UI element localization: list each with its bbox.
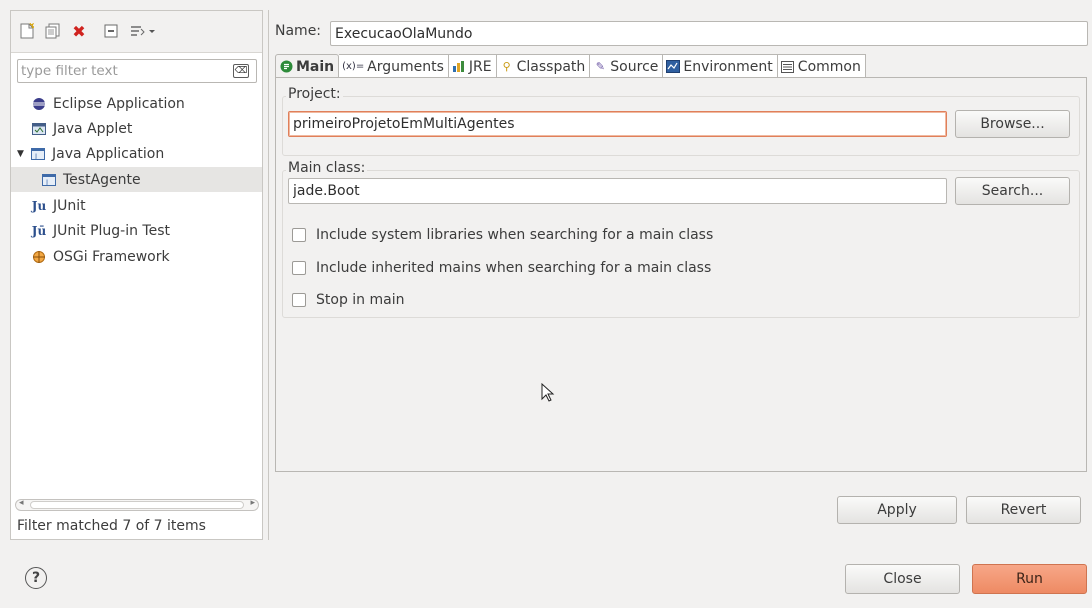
tree-item-label: Java Application — [52, 145, 165, 162]
revert-button[interactable]: Revert — [966, 496, 1081, 524]
tree-item-junit-plugin-test[interactable]: Jū JUnit Plug-in Test — [11, 218, 262, 243]
classpath-icon: ⚲ — [502, 60, 511, 73]
delete-icon[interactable]: ✖ — [71, 22, 87, 41]
tree-item-label: Java Applet — [53, 120, 133, 137]
scroll-right-icon[interactable]: ▸ — [250, 498, 255, 508]
eclipse-app-icon — [31, 96, 47, 112]
browse-button[interactable]: Browse... — [955, 110, 1070, 138]
java-app-icon: J — [30, 146, 46, 162]
junit-plugin-icon: Jū — [31, 223, 47, 238]
search-button[interactable]: Search... — [955, 177, 1070, 205]
tab-classpath[interactable]: ⚲ Classpath — [496, 54, 591, 78]
clear-filter-icon[interactable]: ⌫ — [233, 64, 249, 78]
scrollbar-thumb[interactable] — [30, 501, 244, 509]
new-launch-config-icon[interactable] — [19, 23, 35, 39]
tab-label: Environment — [683, 58, 773, 75]
checkbox-label: Include system libraries when searching … — [316, 227, 714, 243]
checkbox-box[interactable] — [292, 228, 306, 242]
help-icon[interactable]: ? — [25, 567, 47, 589]
osgi-icon — [31, 249, 47, 265]
tree-item-eclipse-application[interactable]: Eclipse Application — [11, 91, 262, 116]
run-button[interactable]: Run — [972, 564, 1087, 594]
expanded-arrow-icon[interactable]: ▼ — [17, 149, 27, 159]
tab-label: Classpath — [516, 58, 586, 75]
config-tabs: Main (x)= Arguments JRE ⚲ Classpath ✎ So… — [275, 54, 866, 78]
tab-jre[interactable]: JRE — [448, 54, 497, 78]
junit-icon: Ju — [31, 198, 47, 213]
project-input[interactable] — [288, 111, 947, 137]
tab-label: JRE — [468, 58, 492, 75]
filter-icon[interactable] — [129, 23, 157, 39]
common-icon — [781, 60, 795, 74]
name-label: Name: — [275, 23, 322, 39]
include-inherited-mains-checkbox[interactable]: Include inherited mains when searching f… — [292, 260, 711, 276]
collapse-all-icon[interactable] — [103, 23, 119, 39]
checkbox-box[interactable] — [292, 293, 306, 307]
checkbox-label: Include inherited mains when searching f… — [316, 260, 712, 276]
tree-item-label: JUnit Plug-in Test — [53, 222, 171, 239]
main-tab-panel: Project: Browse... Main class: Search...… — [275, 77, 1087, 472]
mouse-pointer-icon — [541, 382, 555, 407]
horizontal-scrollbar[interactable]: ◂ ▸ — [15, 498, 259, 511]
tree-item-java-applet[interactable]: Java Applet — [11, 116, 262, 141]
tree-item-label: Eclipse Application — [53, 95, 185, 112]
tab-common[interactable]: Common — [777, 54, 866, 78]
tree-item-java-application[interactable]: ▼ J Java Application — [11, 141, 262, 166]
tab-arguments[interactable]: (x)= Arguments — [339, 54, 449, 78]
apply-button[interactable]: Apply — [837, 496, 957, 524]
tree-item-label: JUnit — [53, 197, 86, 214]
tree-item-label: OSGi Framework — [53, 248, 170, 265]
tab-label: Main — [296, 58, 335, 75]
close-button[interactable]: Close — [845, 564, 960, 594]
launch-config-editor: Name: Main (x)= Arguments JRE ⚲ Classpat… — [268, 10, 1092, 540]
config-name-input[interactable] — [330, 21, 1088, 46]
environment-icon — [666, 60, 681, 74]
arguments-icon: (x)= — [342, 61, 365, 72]
java-applet-icon — [31, 121, 47, 137]
tree-item-junit[interactable]: Ju JUnit — [11, 193, 262, 218]
main-class-input[interactable] — [288, 178, 947, 204]
checkbox-box[interactable] — [292, 261, 306, 275]
tree-item-osgi-framework[interactable]: OSGi Framework — [11, 244, 262, 269]
include-system-libraries-checkbox[interactable]: Include system libraries when searching … — [292, 227, 713, 243]
tab-main[interactable]: Main — [275, 54, 340, 78]
main-tab-icon — [279, 60, 293, 74]
filter-status-text: Filter matched 7 of 7 items — [17, 518, 206, 534]
tab-label: Arguments — [367, 58, 444, 75]
svg-text:J: J — [45, 178, 48, 186]
stop-in-main-checkbox[interactable]: Stop in main — [292, 292, 404, 308]
tab-label: Common — [797, 58, 861, 75]
config-toolbar: ✖ — [11, 11, 262, 53]
project-group-title: Project: — [286, 86, 343, 102]
tab-environment[interactable]: Environment — [663, 54, 778, 78]
tab-source[interactable]: ✎ Source — [590, 54, 664, 78]
main-class-group-title: Main class: — [286, 160, 368, 176]
duplicate-icon[interactable] — [45, 23, 61, 39]
svg-text:J: J — [34, 152, 37, 160]
tree-item-testagente[interactable]: J TestAgente — [11, 167, 262, 192]
tree-item-label: TestAgente — [63, 171, 141, 188]
checkbox-label: Stop in main — [316, 292, 405, 308]
launch-config-list-pane: ✖ ⌫ Eclipse Application Java Applet ▼ J … — [10, 10, 263, 540]
filter-input[interactable] — [17, 59, 257, 83]
jre-icon — [452, 60, 466, 74]
tab-label: Source — [610, 58, 659, 75]
source-icon: ✎ — [595, 60, 605, 73]
scroll-left-icon[interactable]: ◂ — [19, 498, 24, 508]
java-app-icon: J — [41, 172, 57, 188]
